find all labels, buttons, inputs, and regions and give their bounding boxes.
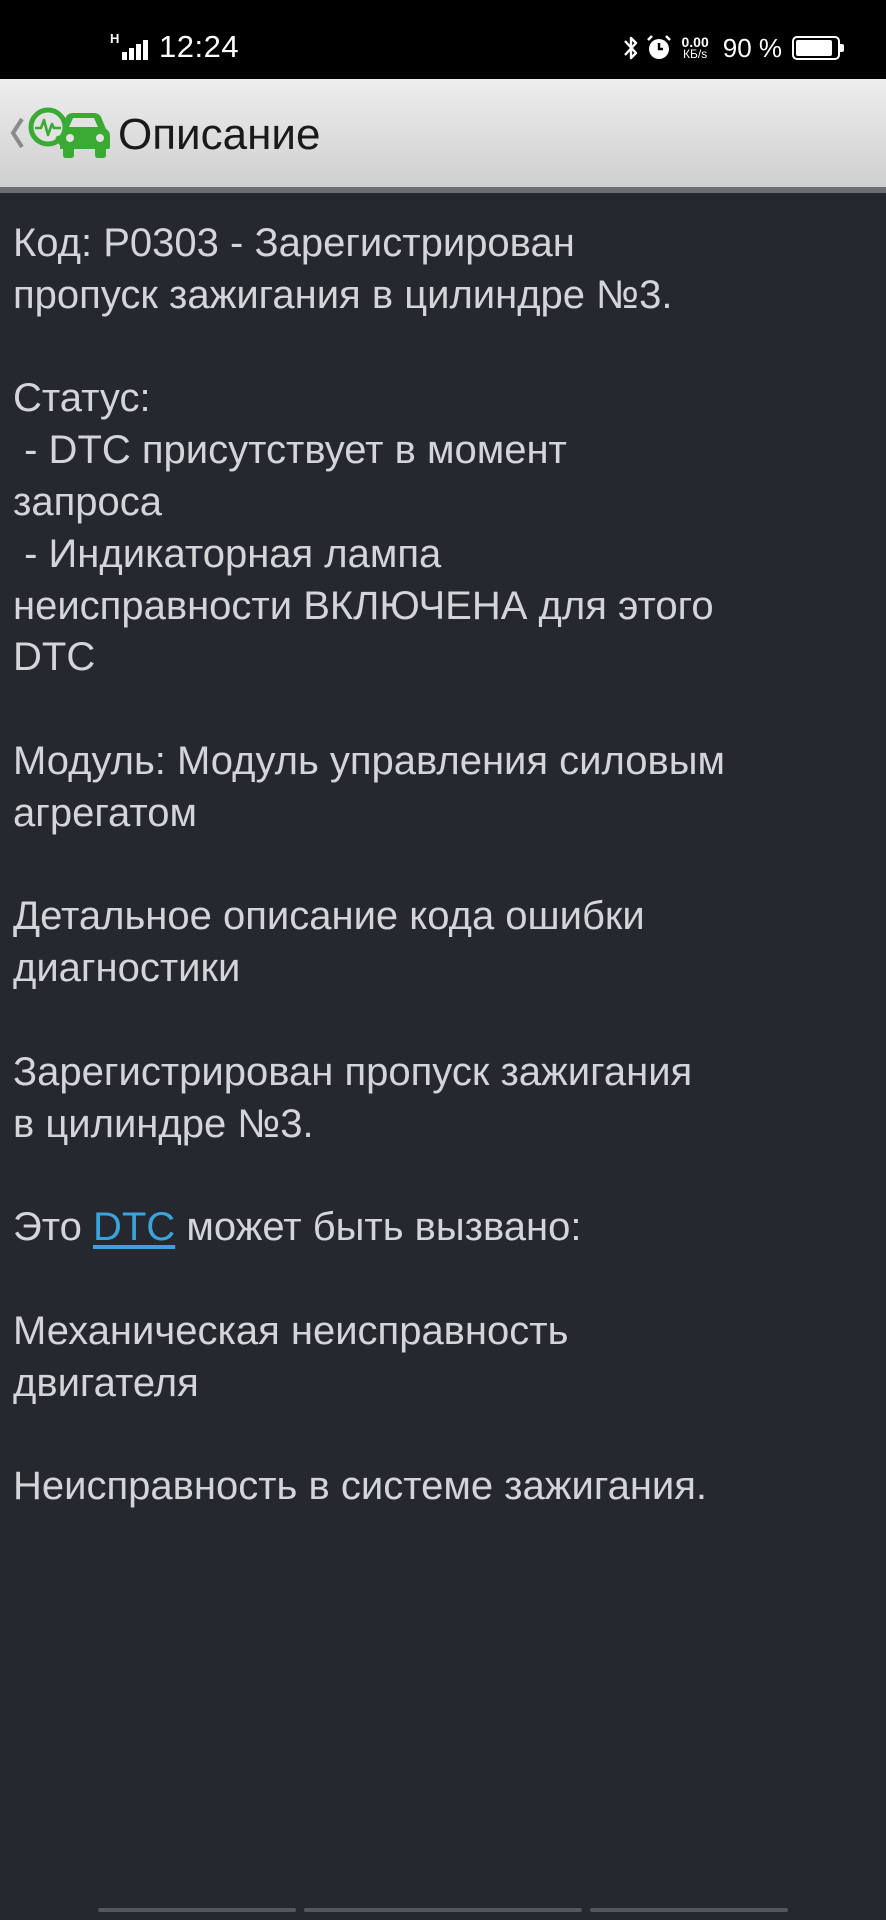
battery-icon <box>792 36 844 60</box>
status-bar: H 12:24 0.00 КБ/s 90 % <box>0 0 886 79</box>
dtc-description: Код: P0303 - Зарегистрирован пропуск заж… <box>13 218 875 1513</box>
dtc-link[interactable]: DTC <box>93 1205 175 1249</box>
network-speed-unit: КБ/s <box>683 47 708 61</box>
signal-network-type: H <box>110 31 120 46</box>
detail-text: в цилиндре №3. <box>13 1101 314 1146</box>
status-item: DTC <box>13 635 96 680</box>
app-bar: Описание <box>0 79 886 193</box>
cause-item: двигателя <box>13 1360 199 1405</box>
status-item: неисправности ВКЛЮЧЕНА для этого <box>13 583 714 628</box>
status-right-group: 0.00 КБ/s 90 % <box>621 28 844 68</box>
network-speed: 0.00 КБ/s <box>681 35 708 61</box>
chevron-left-icon[interactable] <box>8 111 26 155</box>
detail-heading: Детальное описание кода ошибки <box>13 894 645 939</box>
status-time: 12:24 <box>159 29 240 64</box>
detail-heading: диагностики <box>13 946 241 991</box>
code-line: Код: P0303 - Зарегистрирован <box>13 221 575 265</box>
module-line: Модуль: Модуль управления силовым <box>13 738 726 783</box>
bottom-tab-hint <box>98 1908 296 1912</box>
cause-suffix: может быть вызвано: <box>175 1205 582 1250</box>
car-diagnostics-icon[interactable] <box>26 105 110 165</box>
status-item: - DTC присутствует в момент <box>13 428 567 473</box>
status-item: - Индикаторная лампа <box>13 531 442 576</box>
bottom-tab-hint <box>304 1908 582 1912</box>
cause-item: Неисправность в системе зажигания. <box>13 1464 708 1509</box>
battery-level-fill <box>796 40 832 56</box>
detail-text: Зарегистрирован пропуск зажигания <box>13 1049 693 1094</box>
cause-prefix: Это <box>13 1205 93 1250</box>
bluetooth-icon <box>624 36 638 60</box>
module-line: агрегатом <box>13 790 198 835</box>
status-item: запроса <box>13 479 162 524</box>
cause-intro: Это DTC может быть вызвано: <box>13 1202 875 1254</box>
alarm-icon <box>647 35 672 59</box>
page-title: Описание <box>118 110 321 159</box>
code-line: пропуск зажигания в цилиндре №3. <box>13 272 673 317</box>
cause-item: Механическая неисправность <box>13 1308 569 1353</box>
signal-icon: H <box>110 31 150 60</box>
battery-percent: 90 % <box>722 32 782 63</box>
status-heading: Статус: <box>13 376 151 421</box>
bottom-tab-hint <box>590 1908 788 1912</box>
